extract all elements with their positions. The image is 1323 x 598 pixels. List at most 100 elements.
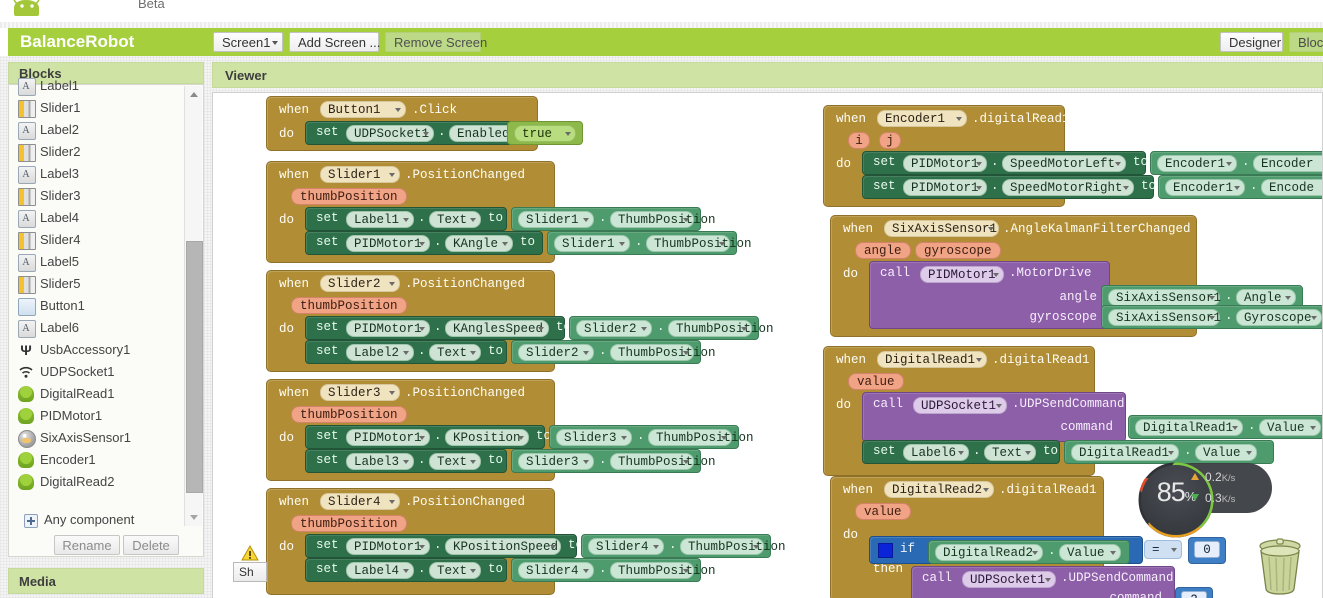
field-property[interactable]: KAngle <box>445 235 513 252</box>
field-component[interactable]: SixAxisSensor1 <box>1108 309 1221 326</box>
mutator-gear-icon[interactable] <box>878 543 893 558</box>
field-property[interactable]: SpeedMotorLeft <box>1002 155 1126 172</box>
delete-button[interactable]: Delete <box>123 535 179 555</box>
block-call-udpsocket1-udpsendcommand[interactable]: call UDPSocket1 .UDPSendCommand command <box>862 392 1126 442</box>
palette-item-label2[interactable]: Label2 <box>10 119 186 142</box>
field-property[interactable]: Value <box>1059 544 1121 561</box>
scrollbar-thumb[interactable] <box>186 241 203 493</box>
field-number[interactable]: 2 <box>1181 591 1207 598</box>
event-param-gyroscope[interactable]: gyroscope <box>915 242 1001 259</box>
field-component[interactable]: Slider1 <box>554 235 630 252</box>
field-component[interactable]: Label2 <box>346 344 414 361</box>
block-set-pidmotor1-kangle[interactable]: set PIDMotor1 . KAngle to <box>305 231 543 255</box>
field-property[interactable]: Text <box>429 562 481 579</box>
event-param-i[interactable]: i <box>848 132 870 149</box>
add-screen-button[interactable]: Add Screen ... <box>289 32 380 52</box>
blocks-toggle-button[interactable]: Block <box>1289 32 1323 52</box>
palette-item-label4[interactable]: Label4 <box>10 207 186 230</box>
expand-plus-icon[interactable] <box>24 514 38 528</box>
block-get-digitalread1-value[interactable]: DigitalRead1 . Value <box>1128 415 1322 439</box>
show-warnings-button[interactable]: Sh <box>233 562 267 582</box>
field-component[interactable]: PIDMotor1 <box>346 429 430 446</box>
scroll-down-arrow-icon[interactable] <box>185 510 202 526</box>
field-property[interactable]: ThumbPosition <box>610 453 716 470</box>
block-set-udpsocket1-enabled[interactable]: set UDPSocket1 . Enabled to <box>305 121 539 145</box>
palette-item-udpsocket1[interactable]: UDPSocket1 <box>10 361 186 383</box>
block-get-slider2-thumbposition[interactable]: Slider2 . ThumbPosition <box>569 316 774 340</box>
event-param-thumbposition[interactable]: thumbPosition <box>291 406 407 423</box>
field-component[interactable]: Label1 <box>346 211 414 228</box>
remove-screen-button[interactable]: Remove Screen <box>385 32 487 52</box>
palette-item-label1[interactable]: Label1 <box>10 75 186 98</box>
field-property[interactable]: ThumbPosition <box>610 211 716 228</box>
field-property[interactable]: ThumbPosition <box>648 429 754 446</box>
field-property[interactable]: ThumbPosition <box>646 235 752 252</box>
block-get-slider1-thumbposition[interactable]: Slider1 . ThumbPosition <box>511 207 716 231</box>
field-component[interactable]: UDPSocket1 <box>913 397 1007 414</box>
designer-toggle-button[interactable]: Designer <box>1220 32 1283 52</box>
field-component[interactable]: Slider2 <box>518 344 594 361</box>
block-set-pidmotor1-speedmotorright[interactable]: set PIDMotor1 . SpeedMotorRight to <box>862 175 1156 199</box>
block-get-slider3-thumbposition-2[interactable]: Slider3 . ThumbPosition <box>511 449 716 473</box>
event-param-j[interactable]: j <box>879 132 901 149</box>
field-property[interactable]: Text <box>429 344 481 361</box>
palette-item-label5[interactable]: Label5 <box>10 251 186 274</box>
field-component[interactable]: Slider4 <box>518 562 594 579</box>
block-set-pidmotor1-kpositionspeed[interactable]: set PIDMotor1 . KPositionSpeed to <box>305 534 583 558</box>
block-call-udpsocket1-udpsendcommand-2[interactable]: call UDPSocket1 .UDPSendCommand command <box>911 566 1175 598</box>
field-component[interactable]: Slider1 <box>320 166 400 183</box>
field-component[interactable]: PIDMotor1 <box>920 266 1004 283</box>
component-tree[interactable]: Label1 Slider1 Label2 Slider2 Label3 Slider3 L… <box>10 75 186 515</box>
palette-item-usbaccessory1[interactable]: Ψ UsbAccessory1 <box>10 339 186 361</box>
field-component[interactable]: Label4 <box>346 562 414 579</box>
field-component[interactable]: PIDMotor1 <box>903 179 987 196</box>
network-monitor-widget[interactable]: 85% 0.2K/s 0.3K/s <box>1135 459 1272 538</box>
field-component[interactable]: Button1 <box>320 101 406 118</box>
field-property[interactable]: Encode <box>1261 179 1322 196</box>
block-set-label2-text[interactable]: set Label2 . Text to <box>305 340 507 364</box>
trash-can-icon[interactable] <box>1252 533 1308 595</box>
palette-item-digitalread1[interactable]: DigitalRead1 <box>10 383 186 405</box>
field-property[interactable]: KPosition <box>445 429 529 446</box>
field-property[interactable]: Text <box>984 444 1036 461</box>
field-component[interactable]: Encoder1 <box>1165 179 1245 196</box>
event-param-thumbposition[interactable]: thumbPosition <box>291 188 407 205</box>
block-set-pidmotor1-speedmotorleft[interactable]: set PIDMotor1 . SpeedMotorLeft to <box>862 151 1148 175</box>
palette-item-label6[interactable]: Label6 <box>10 317 186 340</box>
field-property[interactable]: Angle <box>1236 289 1296 306</box>
event-param-value[interactable]: value <box>848 373 904 390</box>
scroll-up-arrow-icon[interactable] <box>185 86 202 102</box>
block-get-sixaxissensor1-gyroscope[interactable]: SixAxisSensor1 . Gyroscope <box>1101 305 1322 329</box>
palette-item-encoder1[interactable]: Encoder1 <box>10 449 186 471</box>
field-property[interactable]: KPositionSpeed <box>445 538 561 555</box>
field-component[interactable]: DigitalRead1 <box>877 351 987 368</box>
field-number[interactable]: 0 <box>1194 541 1220 558</box>
field-property[interactable]: ThumbPosition <box>610 344 716 361</box>
field-component[interactable]: Slider2 <box>576 320 652 337</box>
field-component[interactable]: UDPSocket1 <box>346 125 434 142</box>
rename-button[interactable]: Rename <box>54 535 120 555</box>
screen-select-dropdown[interactable]: Screen1 <box>213 32 283 52</box>
field-component[interactable]: PIDMotor1 <box>903 155 987 172</box>
palette-item-digitalread2[interactable]: DigitalRead2 <box>10 471 186 493</box>
field-property[interactable]: Encoder <box>1253 155 1322 172</box>
block-number-literal[interactable]: 0 <box>1188 537 1226 564</box>
field-component[interactable]: Encoder1 <box>1157 155 1237 172</box>
block-get-slider4-thumbposition[interactable]: Slider4 . ThumbPosition <box>581 534 786 558</box>
block-call-pidmotor1-motordrive[interactable]: call PIDMotor1 .MotorDrive angle gyrosco… <box>869 261 1110 329</box>
field-component[interactable]: PIDMotor1 <box>346 235 430 252</box>
field-component[interactable]: Slider3 <box>518 453 594 470</box>
event-param-thumbposition[interactable]: thumbPosition <box>291 297 407 314</box>
field-component[interactable]: SixAxisSensor1 <box>1108 289 1221 306</box>
field-component[interactable]: Slider4 <box>320 493 400 510</box>
field-component[interactable]: UDPSocket1 <box>962 571 1056 588</box>
field-property[interactable]: Text <box>429 211 481 228</box>
palette-scrollbar[interactable] <box>184 86 203 526</box>
field-component[interactable]: SixAxisSensor1 <box>884 220 999 237</box>
field-property[interactable]: KAnglesSpeed <box>445 320 549 337</box>
field-component[interactable]: Slider2 <box>320 275 400 292</box>
palette-item-sixaxissensor1[interactable]: SixAxisSensor1 <box>10 427 186 449</box>
block-set-label6-text[interactable]: set Label6 . Text to <box>862 440 1060 464</box>
block-number-literal-2[interactable]: 2 <box>1175 587 1213 598</box>
event-param-angle[interactable]: angle <box>855 242 911 259</box>
